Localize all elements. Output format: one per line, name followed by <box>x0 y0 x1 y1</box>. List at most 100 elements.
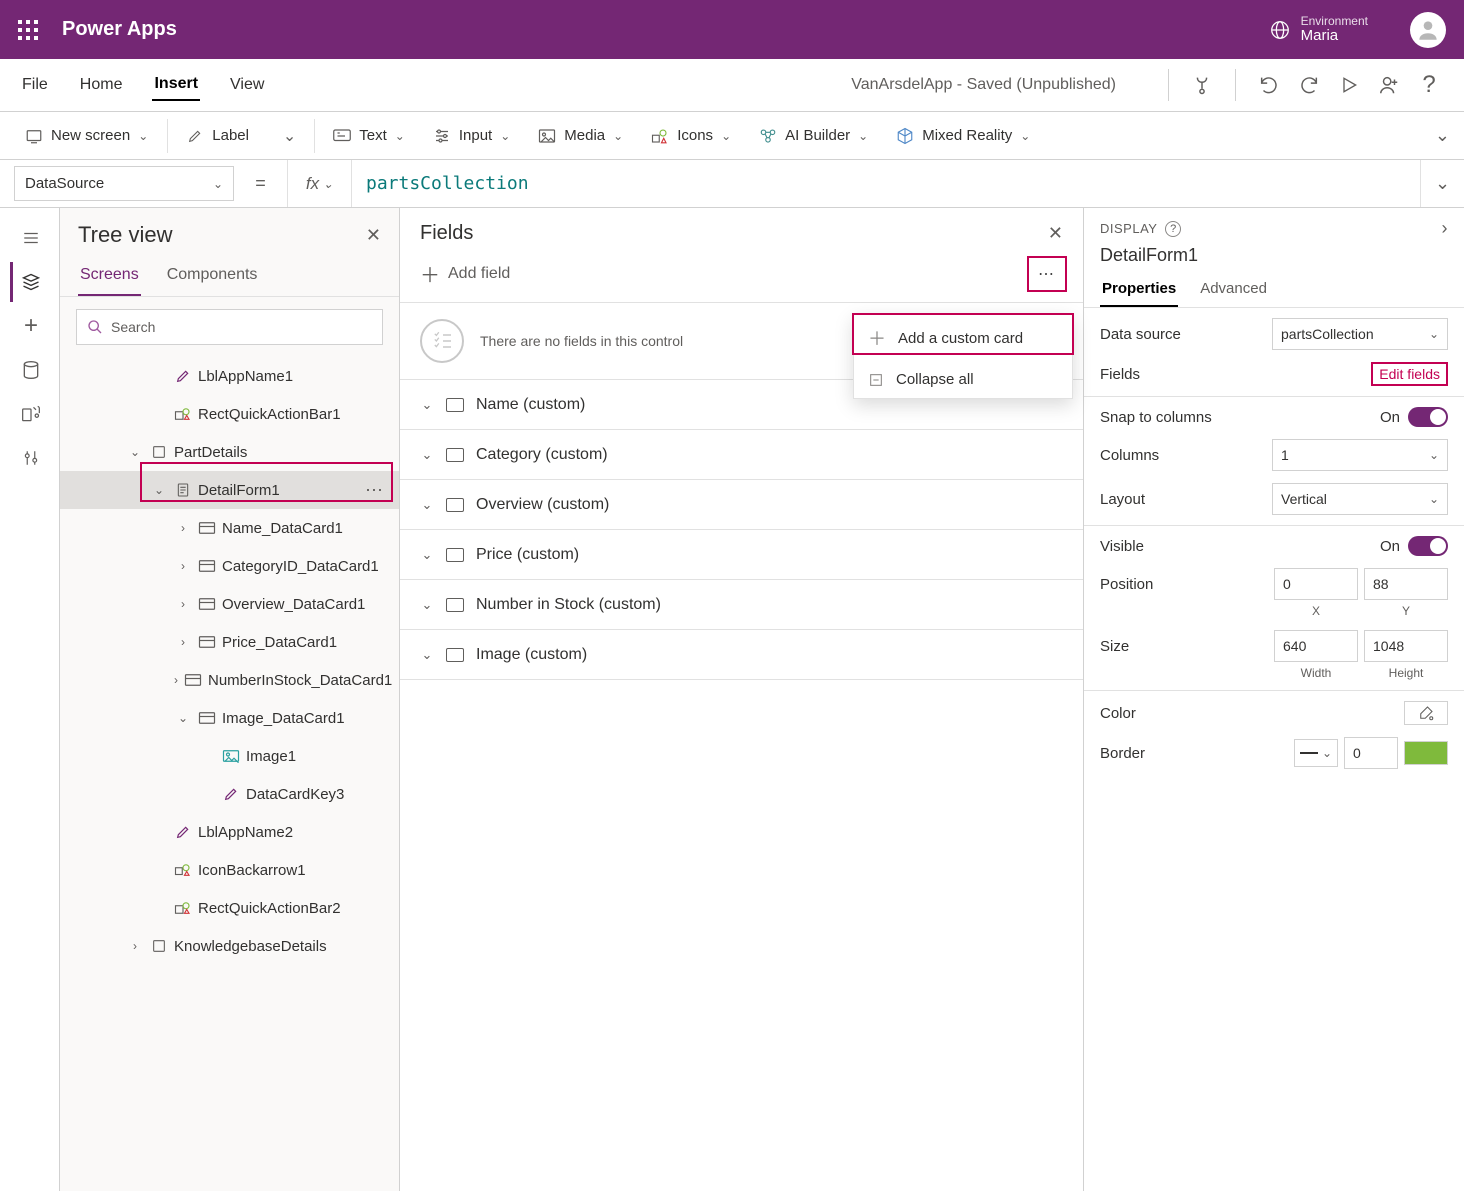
chevron-down-icon: ⌄ <box>138 129 148 143</box>
tab-properties[interactable]: Properties <box>1100 276 1178 307</box>
tree-item[interactable]: ›KnowledgebaseDetails <box>60 927 399 965</box>
position-y-input[interactable]: 88 <box>1364 568 1448 600</box>
chevron-down-icon: ⌄ <box>1429 448 1439 462</box>
ribbon-overflow-icon[interactable]: ⌄ <box>1435 125 1450 146</box>
rail-data[interactable] <box>10 350 50 390</box>
rail-insert[interactable]: + <box>10 306 50 346</box>
property-selector[interactable]: DataSource ⌄ <box>14 166 234 201</box>
text-button[interactable]: Text ⌄ <box>323 123 415 149</box>
new-screen-button[interactable]: New screen ⌄ <box>14 122 159 150</box>
tree-item[interactable]: Image1 <box>60 737 399 775</box>
user-avatar[interactable] <box>1410 12 1446 48</box>
input-button[interactable]: Input ⌄ <box>423 123 520 149</box>
tree-item[interactable]: DataCardKey3 <box>60 775 399 813</box>
field-row[interactable]: ⌄Price (custom) <box>400 530 1083 580</box>
image-icon <box>222 747 240 765</box>
tree-item[interactable]: ⌄DetailForm1 <box>60 471 399 509</box>
chevron-down-icon[interactable]: ⌄ <box>174 711 192 725</box>
label-button[interactable]: Label ⌄ <box>176 122 306 150</box>
rail-media[interactable] <box>10 394 50 434</box>
field-row[interactable]: ⌄Overview (custom) <box>400 480 1083 530</box>
menu-bar: File Home Insert View VanArsdelApp - Sav… <box>0 59 1464 112</box>
chevron-down-icon: ⌄ <box>1322 746 1332 760</box>
size-width-input[interactable]: 640 <box>1274 630 1358 662</box>
rail-tree-view[interactable] <box>10 262 50 302</box>
close-icon[interactable]: ✕ <box>366 225 381 246</box>
tree-item[interactable]: ›Name_DataCard1 <box>60 509 399 547</box>
snap-toggle[interactable] <box>1408 407 1448 427</box>
tree-item[interactable]: ›Overview_DataCard1 <box>60 585 399 623</box>
add-field-button[interactable]: ＋ Add field <box>420 259 510 288</box>
icons-button[interactable]: Icons ⌄ <box>641 123 741 149</box>
tree-item[interactable]: RectQuickActionBar1 <box>60 395 399 433</box>
media-button[interactable]: Media ⌄ <box>528 123 633 149</box>
environment-picker[interactable]: Environment Maria <box>1269 15 1368 45</box>
chevron-down-icon: ⌄ <box>613 129 623 143</box>
menu-insert[interactable]: Insert <box>152 69 200 101</box>
edit-fields-link[interactable]: Edit fields <box>1371 362 1448 386</box>
field-row[interactable]: ⌄Category (custom) <box>400 430 1083 480</box>
menu-view[interactable]: View <box>228 70 266 100</box>
tree-item[interactable]: LblAppName2 <box>60 813 399 851</box>
play-icon[interactable] <box>1334 70 1364 100</box>
share-icon[interactable] <box>1374 70 1404 100</box>
chevron-right-icon[interactable]: › <box>174 521 192 535</box>
tree-item[interactable]: ›NumberInStock_DataCard1 <box>60 661 399 699</box>
field-row[interactable]: ⌄Number in Stock (custom) <box>400 580 1083 630</box>
chevron-right-icon[interactable]: › <box>1442 218 1449 239</box>
help-icon[interactable]: ? <box>1414 70 1444 100</box>
border-style-select[interactable]: ⌄ <box>1294 739 1338 767</box>
chevron-right-icon[interactable]: › <box>126 939 144 953</box>
ai-builder-button[interactable]: AI Builder ⌄ <box>749 123 878 149</box>
columns-select[interactable]: 1 ⌄ <box>1272 439 1448 471</box>
app-checker-icon[interactable] <box>1187 70 1217 100</box>
tree-item-label: CategoryID_DataCard1 <box>222 558 379 575</box>
rail-hamburger[interactable] <box>10 218 50 258</box>
tree-item[interactable]: ⌄Image_DataCard1 <box>60 699 399 737</box>
fields-more-button[interactable]: ⋯ <box>1031 260 1063 288</box>
chevron-right-icon[interactable]: › <box>174 673 178 687</box>
rail-advanced-tools[interactable] <box>10 438 50 478</box>
tree-item[interactable]: RectQuickActionBar2 <box>60 889 399 927</box>
chevron-right-icon[interactable]: › <box>174 597 192 611</box>
size-height-input[interactable]: 1048 <box>1364 630 1448 662</box>
close-icon[interactable]: ✕ <box>1048 223 1063 244</box>
field-label: Overview (custom) <box>476 496 609 514</box>
chevron-right-icon[interactable]: › <box>174 635 192 649</box>
tree-item[interactable]: ›Price_DataCard1 <box>60 623 399 661</box>
redo-icon[interactable] <box>1294 70 1324 100</box>
card-icon <box>446 498 464 512</box>
data-source-select[interactable]: partsCollection ⌄ <box>1272 318 1448 350</box>
position-x-input[interactable]: 0 <box>1274 568 1358 600</box>
chevron-down-icon[interactable]: ⌄ <box>126 445 144 459</box>
canvas-area: Fields ✕ ＋ Add field ⋯ There are no fiel… <box>400 208 1084 1191</box>
fx-button[interactable]: fx⌄ <box>288 160 352 207</box>
border-width-input[interactable]: 0 <box>1344 737 1398 769</box>
fields-label: Fields <box>1100 366 1140 383</box>
visible-toggle[interactable] <box>1408 536 1448 556</box>
chevron-right-icon[interactable]: › <box>174 559 192 573</box>
field-row[interactable]: ⌄Image (custom) <box>400 630 1083 680</box>
tree-search-input[interactable]: Search <box>76 309 383 345</box>
add-custom-card-item[interactable]: ＋ Add a custom card <box>854 315 1072 361</box>
tree-item[interactable]: LblAppName1 <box>60 357 399 395</box>
chevron-down-icon[interactable]: ⌄ <box>150 483 168 497</box>
menu-file[interactable]: File <box>20 70 50 100</box>
formula-input[interactable]: partsCollection <box>352 160 1420 207</box>
app-launcher-icon[interactable] <box>18 20 38 40</box>
formula-expand-icon[interactable]: ⌄ <box>1420 160 1464 207</box>
border-color-swatch[interactable] <box>1404 741 1448 765</box>
layout-select[interactable]: Vertical ⌄ <box>1272 483 1448 515</box>
tree-item[interactable]: › CategoryID_DataCard1 <box>60 547 399 585</box>
help-icon[interactable]: ? <box>1165 221 1181 237</box>
menu-home[interactable]: Home <box>78 70 125 100</box>
color-picker[interactable] <box>1404 701 1448 725</box>
collapse-all-item[interactable]: Collapse all <box>854 361 1072 398</box>
tree-item[interactable]: IconBackarrow1 <box>60 851 399 889</box>
tab-screens[interactable]: Screens <box>78 260 141 296</box>
tree-item[interactable]: ⌄PartDetails <box>60 433 399 471</box>
tab-components[interactable]: Components <box>165 260 260 296</box>
tab-advanced[interactable]: Advanced <box>1198 276 1269 307</box>
undo-icon[interactable] <box>1254 70 1284 100</box>
mixed-reality-button[interactable]: Mixed Reality ⌄ <box>886 123 1040 149</box>
